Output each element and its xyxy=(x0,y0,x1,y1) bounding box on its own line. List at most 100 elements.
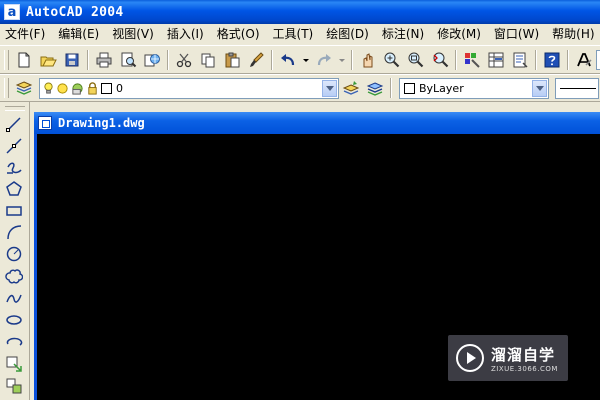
polygon-icon xyxy=(6,181,22,196)
toolbar-grip[interactable] xyxy=(5,106,25,111)
layer-combo[interactable]: 0 xyxy=(39,77,339,99)
toolbar-separator xyxy=(535,49,537,70)
layer-stack-icon xyxy=(15,81,33,95)
menu-bar: 文件(F) 编辑(E) 视图(V) 插入(I) 格式(O) 工具(T) 绘图(D… xyxy=(0,24,600,45)
print-button[interactable] xyxy=(93,49,115,71)
toolbar-separator xyxy=(167,49,169,70)
arc-tool-button[interactable] xyxy=(4,222,24,242)
match-properties-button[interactable] xyxy=(245,49,267,71)
toolbar-grip[interactable] xyxy=(4,49,9,70)
design-center-button[interactable] xyxy=(485,49,507,71)
polyline-icon xyxy=(7,162,22,174)
tool-palettes-button[interactable] xyxy=(509,49,531,71)
toolbar-separator xyxy=(271,49,273,70)
menu-format[interactable]: 格式(O) xyxy=(210,25,266,44)
new-file-button[interactable] xyxy=(13,49,35,71)
rectangle-tool-button[interactable] xyxy=(4,201,24,221)
pan-realtime-button[interactable] xyxy=(357,49,379,71)
menu-file[interactable]: 文件(F) xyxy=(0,25,51,44)
toolbar-separator xyxy=(567,49,569,70)
menu-tools[interactable]: 工具(T) xyxy=(266,25,320,44)
revision-cloud-button[interactable] xyxy=(4,266,24,286)
line-tool-button[interactable] xyxy=(4,114,24,134)
paste-button[interactable] xyxy=(221,49,243,71)
ellipse-tool-button[interactable] xyxy=(4,310,24,330)
padlock-icon xyxy=(88,81,97,95)
plot-preview-button[interactable] xyxy=(117,49,139,71)
layer-previous-icon xyxy=(366,82,384,96)
layer-previous-button[interactable] xyxy=(364,77,386,99)
help-button[interactable] xyxy=(541,49,563,71)
menu-draw[interactable]: 绘图(D) xyxy=(319,25,375,44)
chevron-down-icon xyxy=(303,58,309,62)
redo-arrow-icon xyxy=(317,53,331,65)
zoom-previous-icon xyxy=(433,52,449,67)
publish-button[interactable] xyxy=(141,49,163,71)
menu-window[interactable]: 窗口(W) xyxy=(487,25,545,44)
cut-button[interactable] xyxy=(173,49,195,71)
redo-button[interactable] xyxy=(313,49,335,71)
play-logo-icon xyxy=(456,344,484,372)
clipboard-icon xyxy=(225,52,240,67)
layer-manager-button[interactable] xyxy=(13,77,35,99)
spline-icon xyxy=(6,294,22,303)
drawing-document-icon[interactable] xyxy=(38,116,52,130)
layer-combo-dropdown[interactable] xyxy=(322,79,337,97)
viewport-freeze-icon xyxy=(72,82,83,95)
make-object-layer-current-button[interactable] xyxy=(340,77,362,99)
color-combo-dropdown[interactable] xyxy=(532,79,547,97)
properties-icon xyxy=(465,52,480,68)
line-icon xyxy=(6,117,21,132)
floppy-disk-icon xyxy=(65,53,79,66)
undo-button[interactable] xyxy=(277,49,299,71)
window-title-bar[interactable]: a AutoCAD 2004 xyxy=(0,0,600,24)
insert-block-button[interactable] xyxy=(4,354,24,374)
arc-icon xyxy=(7,225,22,240)
open-file-button[interactable] xyxy=(37,49,59,71)
linetype-control-combo[interactable] xyxy=(555,77,599,99)
paintbrush-icon xyxy=(250,51,264,67)
toolbar-grip[interactable] xyxy=(4,78,9,98)
menu-edit[interactable]: 编辑(E) xyxy=(51,25,105,44)
save-button[interactable] xyxy=(61,49,83,71)
zoom-realtime-button[interactable] xyxy=(381,49,403,71)
zoom-previous-button[interactable] xyxy=(429,49,451,71)
toolbar-separator xyxy=(455,49,457,70)
color-control-combo[interactable]: ByLayer xyxy=(399,77,549,99)
drawing-title: Drawing1.dwg xyxy=(58,116,145,130)
menu-modify[interactable]: 修改(M) xyxy=(430,25,487,44)
window-title: AutoCAD 2004 xyxy=(26,4,124,20)
open-folder-icon xyxy=(40,56,57,66)
text-style-combo[interactable]: Sta xyxy=(596,49,600,70)
drawing-window-title-bar[interactable]: Drawing1.dwg xyxy=(34,112,600,134)
construction-line-button[interactable] xyxy=(4,136,24,156)
polygon-tool-button[interactable] xyxy=(4,179,24,199)
menu-help[interactable]: 帮助(H) xyxy=(545,25,600,44)
rectangle-icon xyxy=(6,206,22,216)
make-block-button[interactable] xyxy=(4,376,24,396)
text-style-button[interactable] xyxy=(573,49,595,71)
sun-thaw-icon xyxy=(57,82,68,94)
spline-tool-button[interactable] xyxy=(4,288,24,308)
zoom-window-button[interactable] xyxy=(405,49,427,71)
ellipse-arc-tool-button[interactable] xyxy=(4,332,24,352)
redo-dropdown[interactable] xyxy=(337,49,347,71)
menu-insert[interactable]: 插入(I) xyxy=(160,25,210,44)
autocad-app-icon[interactable]: a xyxy=(4,4,20,20)
undo-dropdown[interactable] xyxy=(301,49,311,71)
watermark-url: ZIXUE.3066.COM xyxy=(491,364,558,373)
tool-palettes-icon xyxy=(513,52,528,68)
layers-toolbar: 0 ByLayer xyxy=(0,74,600,102)
bylayer-color-swatch xyxy=(404,82,415,94)
draw-toolbar xyxy=(0,102,30,400)
menu-dimension[interactable]: 标注(N) xyxy=(375,25,430,44)
pan-hand-icon xyxy=(363,52,373,67)
circle-tool-button[interactable] xyxy=(4,244,24,264)
polyline-tool-button[interactable] xyxy=(4,158,24,178)
linetype-preview-line xyxy=(560,87,596,89)
properties-button[interactable] xyxy=(461,49,483,71)
revision-cloud-icon xyxy=(5,269,23,284)
current-layer-name: 0 xyxy=(116,81,123,95)
copy-button[interactable] xyxy=(197,49,219,71)
menu-view[interactable]: 视图(V) xyxy=(105,25,160,44)
